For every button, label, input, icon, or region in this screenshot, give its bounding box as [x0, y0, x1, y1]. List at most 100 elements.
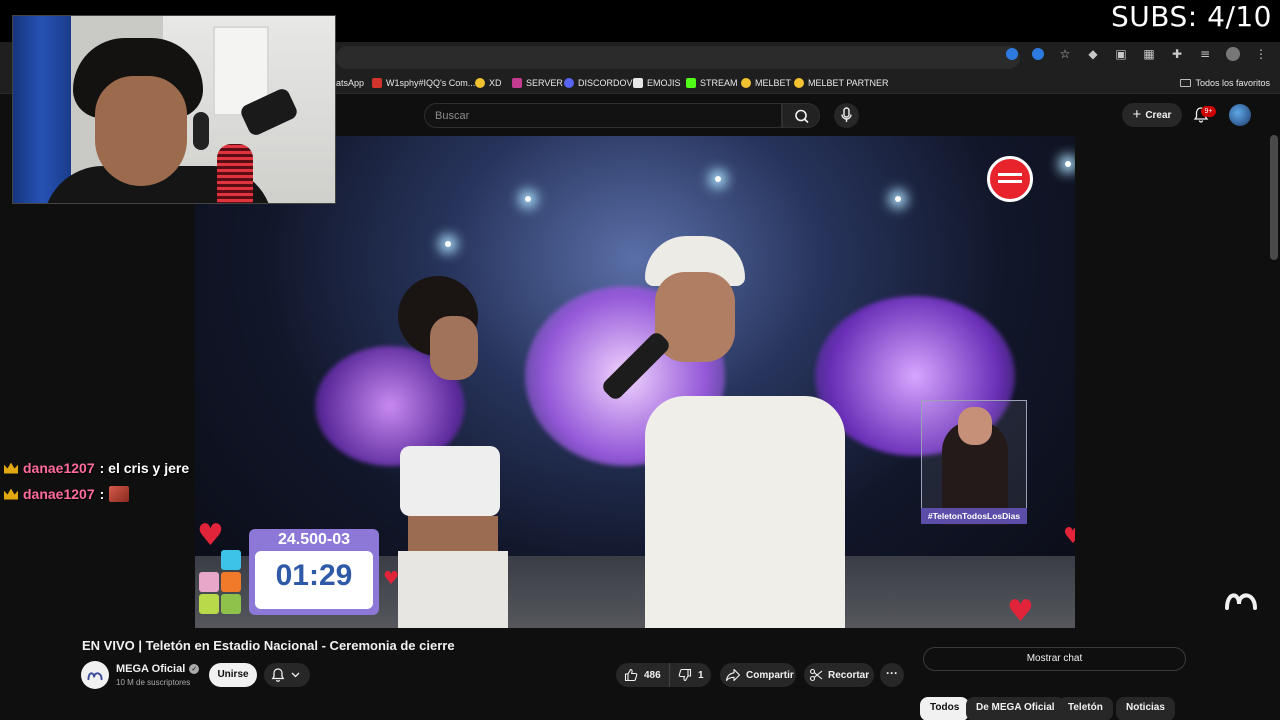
like-count: 486 — [644, 669, 661, 681]
mega-logo — [1225, 593, 1257, 610]
bookmark-item[interactable]: DISCORDOV — [564, 75, 633, 91]
page-scrollbar[interactable] — [1270, 135, 1278, 260]
channel-avatar[interactable] — [81, 661, 109, 689]
streamer-webcam — [12, 15, 336, 204]
share-button[interactable]: Compartir — [720, 663, 796, 687]
bookmark-label: XD — [489, 78, 502, 88]
chip-from-channel[interactable]: De MEGA Oficial — [966, 697, 1065, 720]
search-box — [424, 103, 782, 128]
bookmark-label: MELBET — [755, 78, 792, 88]
discord-icon — [564, 78, 574, 88]
heart-icon: ♥ — [383, 568, 400, 589]
like-button[interactable]: 486 — [616, 663, 670, 687]
stage-light — [715, 176, 721, 182]
bookmark-label: MELBET PARTNER — [808, 78, 889, 88]
subs-counter: SUBS: 4/10 — [1111, 0, 1272, 33]
kick-icon — [686, 78, 696, 88]
teleton-logo — [987, 156, 1033, 202]
create-button[interactable]: + Crear — [1122, 103, 1182, 127]
bookmark-item[interactable]: STREAM — [686, 75, 738, 91]
address-bar[interactable] — [336, 46, 1020, 69]
bookmark-label: STREAM — [700, 78, 738, 88]
dislike-count: 1 — [698, 669, 704, 681]
bookmark-label: SERVER — [526, 78, 563, 88]
share-icon — [725, 668, 741, 682]
voice-search-button[interactable] — [834, 103, 859, 128]
search-input[interactable] — [435, 107, 765, 125]
search-button[interactable] — [782, 103, 820, 128]
chat-text: : — [99, 486, 105, 502]
chat-message: danae1207 : — [0, 481, 200, 507]
thumbs-up-icon — [624, 668, 638, 682]
extension-icon[interactable]: ▣ — [1114, 47, 1128, 61]
bookmark-icon — [633, 78, 643, 88]
filter-chips: Todos De MEGA Oficial Teletón Noticias — [920, 695, 1220, 720]
notification-badge: 9+ — [1201, 106, 1216, 117]
search-icon — [795, 109, 809, 124]
microphone-icon — [841, 107, 852, 122]
bookmark-icon — [512, 78, 522, 88]
crown-icon — [4, 488, 18, 500]
extension-icon[interactable]: ▦ — [1142, 47, 1156, 61]
bookmark-item[interactable]: MELBET PARTNER — [794, 75, 889, 91]
kebab-menu-icon[interactable]: ⋮ — [1254, 47, 1268, 61]
bookmark-icon — [741, 78, 751, 88]
bookmark-item[interactable]: MELBET — [741, 75, 791, 91]
channel-name: MEGA Oficial — [116, 663, 186, 675]
puzzle-icon[interactable]: ✚ — [1170, 47, 1184, 61]
video-title: EN VIVO | Teletón en Estadio Nacional - … — [82, 638, 455, 653]
tile-decoration — [195, 548, 241, 628]
bookmark-label: EMOJIS — [647, 78, 681, 88]
video-player[interactable]: #TeletonTodosLosDias ♥ ♥ ♥ ♥ 24.500-03 0… — [195, 136, 1075, 628]
crown-icon — [4, 462, 18, 474]
chat-username: danae1207 — [23, 460, 95, 476]
hashtag-banner: #TeletonTodosLosDias — [921, 508, 1027, 524]
thumbs-down-icon — [678, 668, 692, 682]
clip-label: Recortar — [828, 669, 870, 681]
bookmark-icon — [794, 78, 804, 88]
scissors-icon — [809, 668, 823, 682]
donation-counter: 24.500-03 01:29 — [249, 529, 379, 615]
subscriber-count: 10 M de suscriptores — [116, 678, 191, 687]
extension-icon[interactable] — [1006, 48, 1018, 60]
chip-all[interactable]: Todos — [920, 697, 970, 720]
stage-light — [525, 196, 531, 202]
bookmark-item[interactable]: W1sphy#IQQ's Com... — [372, 75, 475, 91]
bookmark-item[interactable]: atsApp — [336, 75, 364, 91]
sign-language-interpreter — [921, 400, 1027, 525]
chat-text: : el cris y jere — [99, 460, 190, 476]
clip-button[interactable]: Recortar — [804, 663, 874, 687]
heart-icon: ♥ — [197, 518, 224, 553]
join-button[interactable]: Unirse — [209, 663, 257, 687]
stream-chat-overlay: danae1207 : el cris y jere danae1207 : — [0, 455, 200, 507]
star-icon[interactable]: ☆ — [1058, 47, 1072, 61]
bell-icon — [271, 668, 300, 682]
bookmark-item[interactable]: XD — [475, 75, 502, 91]
chip-news[interactable]: Noticias — [1116, 697, 1175, 720]
heart-icon: ♥ — [1007, 594, 1034, 628]
chip-teleton[interactable]: Teletón — [1058, 697, 1113, 720]
all-bookmarks-label: Todos los favoritos — [1195, 78, 1270, 88]
extension-icon[interactable] — [1032, 48, 1044, 60]
create-label: Crear — [1145, 109, 1172, 121]
dislike-button[interactable]: 1 — [670, 663, 704, 687]
profile-avatar[interactable] — [1226, 47, 1240, 61]
bookmark-item[interactable]: SERVER — [512, 75, 563, 91]
stage-light — [895, 196, 901, 202]
media-icon[interactable]: ≡ — [1198, 47, 1212, 61]
bookmark-label: atsApp — [336, 78, 365, 88]
channel-name-link[interactable]: MEGA Oficial ✓ — [116, 663, 200, 675]
all-bookmarks-folder[interactable]: Todos los favoritos — [1180, 75, 1270, 91]
extension-icon[interactable]: ◆ — [1086, 47, 1100, 61]
bookmark-item[interactable]: EMOJIS — [633, 75, 681, 91]
heart-icon: ♥ — [1063, 524, 1075, 549]
more-actions-button[interactable]: ··· — [880, 663, 904, 687]
like-dislike-group: 486 1 — [616, 663, 711, 687]
countdown-timer: 01:29 — [275, 559, 353, 592]
subscription-bell-button[interactable] — [264, 663, 310, 687]
show-chat-button[interactable]: Mostrar chat — [923, 647, 1186, 671]
plus-icon: + — [1132, 106, 1142, 123]
browser-extension-icons: ☆ ◆ ▣ ▦ ✚ ≡ ⋮ — [1006, 47, 1268, 61]
account-avatar[interactable] — [1229, 104, 1251, 126]
chat-message: danae1207 : el cris y jere — [0, 455, 200, 481]
